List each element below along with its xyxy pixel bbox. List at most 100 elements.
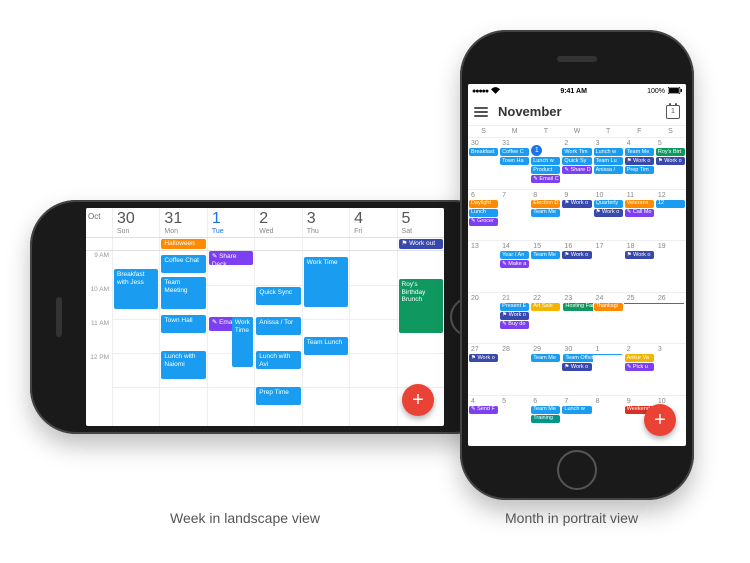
event-chip[interactable]: Work Tim <box>562 148 591 156</box>
event-coffee-chat[interactable]: Coffee Chat <box>161 255 205 273</box>
event-chip[interactable]: Breakfast <box>469 148 498 156</box>
event-chip[interactable]: ⚑ Work o <box>469 354 498 362</box>
month-cell[interactable]: 4✎ Send F <box>468 396 499 447</box>
event-chip[interactable]: Quick Sy <box>562 157 591 165</box>
week-grid[interactable]: 9 AM 10 AM 11 AM 12 PM Breakfast with Je… <box>86 251 444 426</box>
month-cell[interactable]: 22Art Sale <box>530 293 561 344</box>
event-chip[interactable]: ✎ Make a <box>500 260 529 268</box>
month-cell[interactable]: 30Breakfast <box>468 138 499 189</box>
month-cell[interactable]: 19 <box>655 241 686 292</box>
event-chip[interactable]: Prep Tim <box>625 166 654 174</box>
day-header-sat[interactable]: 5 Sat <box>397 208 444 237</box>
event-halloween[interactable]: Halloween <box>161 239 205 249</box>
event-chip[interactable]: Roy's Birt <box>656 148 685 156</box>
event-chip[interactable]: ✎ Buy do <box>500 321 529 329</box>
month-cell[interactable]: 20 <box>468 293 499 344</box>
month-cell[interactable]: 28 <box>499 344 530 395</box>
event-chip[interactable]: ✎ Share D <box>562 166 591 174</box>
month-cell[interactable]: 23Hosting Family for Thanksgiving <box>561 293 592 344</box>
month-grid[interactable]: 30Breakfast31Coffee CTown Ha1Lunch wProd… <box>468 137 686 446</box>
event-lunch-avi[interactable]: Lunch with Avi <box>256 351 300 369</box>
event-quick-sync[interactable]: Quick Sync <box>256 287 300 305</box>
month-cell[interactable]: 13 <box>468 241 499 292</box>
event-chip[interactable] <box>593 354 622 355</box>
month-cell[interactable]: 7 <box>499 190 530 241</box>
month-cell[interactable]: 5Roy's Birt⚑ Work o <box>655 138 686 189</box>
event-chip[interactable]: ⚑ Work o <box>562 200 591 208</box>
event-chip[interactable]: ⚑ Work o <box>594 209 623 217</box>
month-cell[interactable]: 8Election DTeam Me <box>530 190 561 241</box>
event-share-deck[interactable]: ✎ Share Deck <box>209 251 253 265</box>
event-chip[interactable]: Daylight <box>469 200 498 208</box>
fab-add-event[interactable]: + <box>402 384 434 416</box>
event-chip[interactable]: Team Me <box>531 251 560 259</box>
home-button[interactable] <box>557 450 597 490</box>
event-chip[interactable]: Thanksgi <box>594 303 623 311</box>
event-town-hall[interactable]: Town Hall <box>161 315 205 333</box>
month-cell[interactable]: 1212 <box>655 190 686 241</box>
month-cell[interactable]: 15Team Me <box>530 241 561 292</box>
month-cell[interactable]: 2Ankur Va✎ Pick u <box>624 344 655 395</box>
col-sun[interactable]: Breakfast with Jess <box>112 251 159 426</box>
event-chip[interactable]: Election D <box>531 200 560 208</box>
month-cell[interactable]: 7Lunch w <box>561 396 592 447</box>
day-header-sun[interactable]: 30 Sun <box>112 208 159 237</box>
month-cell[interactable]: 3Lunch wTeam LuAnissa / <box>593 138 624 189</box>
event-chip[interactable]: Present E <box>500 303 529 311</box>
event-chip[interactable]: ⚑ Work o <box>625 157 654 165</box>
event-chip[interactable]: ✎ Grocer <box>469 218 498 226</box>
event-chip[interactable]: Anissa / <box>594 166 623 174</box>
month-cell[interactable]: 29Team Me <box>530 344 561 395</box>
event-chip[interactable]: ✎ Pick u <box>625 363 654 371</box>
event-roy-brunch[interactable]: Roy's Birthday Brunch <box>399 279 443 333</box>
event-team-meeting[interactable]: Team Meeting <box>161 277 205 309</box>
month-cell[interactable]: 26 <box>655 293 686 344</box>
day-header-fri[interactable]: 4 Fri <box>349 208 396 237</box>
event-anissa-tor[interactable]: Anissa / Tor <box>256 317 300 335</box>
month-cell[interactable]: 9⚑ Work o <box>561 190 592 241</box>
month-cell[interactable]: 4Team Me⚑ Work oPrep Tim <box>624 138 655 189</box>
month-cell[interactable]: 1Lunch wProduct✎ Email C <box>530 138 561 189</box>
event-prep-time[interactable]: Prep Time <box>256 387 300 405</box>
day-header-tue[interactable]: 1 Tue <box>207 208 254 237</box>
col-mon[interactable]: Coffee Chat Team Meeting Town Hall Lunch… <box>159 251 206 426</box>
event-chip[interactable]: Team Me <box>531 406 560 414</box>
event-chip[interactable]: Lunch w <box>594 148 623 156</box>
event-chip[interactable]: Team Lu <box>594 157 623 165</box>
event-chip[interactable]: Training <box>531 415 560 423</box>
col-wed[interactable]: Quick Sync Anissa / Tor Lunch with Avi P… <box>254 251 301 426</box>
event-chip[interactable]: Year / An <box>500 251 529 259</box>
fab-add-event[interactable]: + <box>644 404 676 436</box>
today-icon[interactable]: 1 <box>666 105 680 119</box>
event-chip[interactable]: 12 <box>656 200 685 208</box>
month-cell[interactable]: 30Team Offsite⚑ Work o <box>561 344 592 395</box>
event-chip[interactable]: ⚑ Work o <box>562 251 591 259</box>
month-cell[interactable]: 31Coffee CTown Ha <box>499 138 530 189</box>
event-chip[interactable]: Coffee C <box>500 148 529 156</box>
col-thu[interactable]: Work Time Team Lunch <box>302 251 349 426</box>
month-cell[interactable]: 8 <box>593 396 624 447</box>
month-cell[interactable]: 18⚑ Work o <box>624 241 655 292</box>
month-cell[interactable]: 2Work TimQuick Sy✎ Share D <box>561 138 592 189</box>
event-chip[interactable]: ✎ Send F <box>469 406 498 414</box>
event-chip[interactable] <box>655 303 684 304</box>
event-chip[interactable] <box>624 303 655 304</box>
month-cell[interactable]: 6Team MeTraining <box>530 396 561 447</box>
month-cell[interactable]: 6DaylightLunch✎ Grocer <box>468 190 499 241</box>
event-chip[interactable]: ⚑ Work o <box>562 363 591 371</box>
menu-icon[interactable] <box>474 105 488 119</box>
event-chip[interactable]: Team Me <box>531 354 560 362</box>
event-chip[interactable]: Veterans <box>625 200 654 208</box>
event-chip[interactable]: Town Ha <box>500 157 529 165</box>
event-chip[interactable]: ✎ Call Mo <box>625 209 654 217</box>
event-chip[interactable]: Team Me <box>625 148 654 156</box>
day-header-wed[interactable]: 2 Wed <box>254 208 301 237</box>
event-chip[interactable]: ✎ Email C <box>531 175 560 183</box>
event-chip[interactable]: Lunch w <box>531 157 560 165</box>
event-chip[interactable]: ⚑ Work o <box>656 157 685 165</box>
month-cell[interactable]: 14Year / An✎ Make a <box>499 241 530 292</box>
event-chip[interactable]: Lunch <box>469 209 498 217</box>
month-cell[interactable]: 1 <box>593 344 624 395</box>
month-cell[interactable]: 5 <box>499 396 530 447</box>
month-cell[interactable]: 3 <box>655 344 686 395</box>
